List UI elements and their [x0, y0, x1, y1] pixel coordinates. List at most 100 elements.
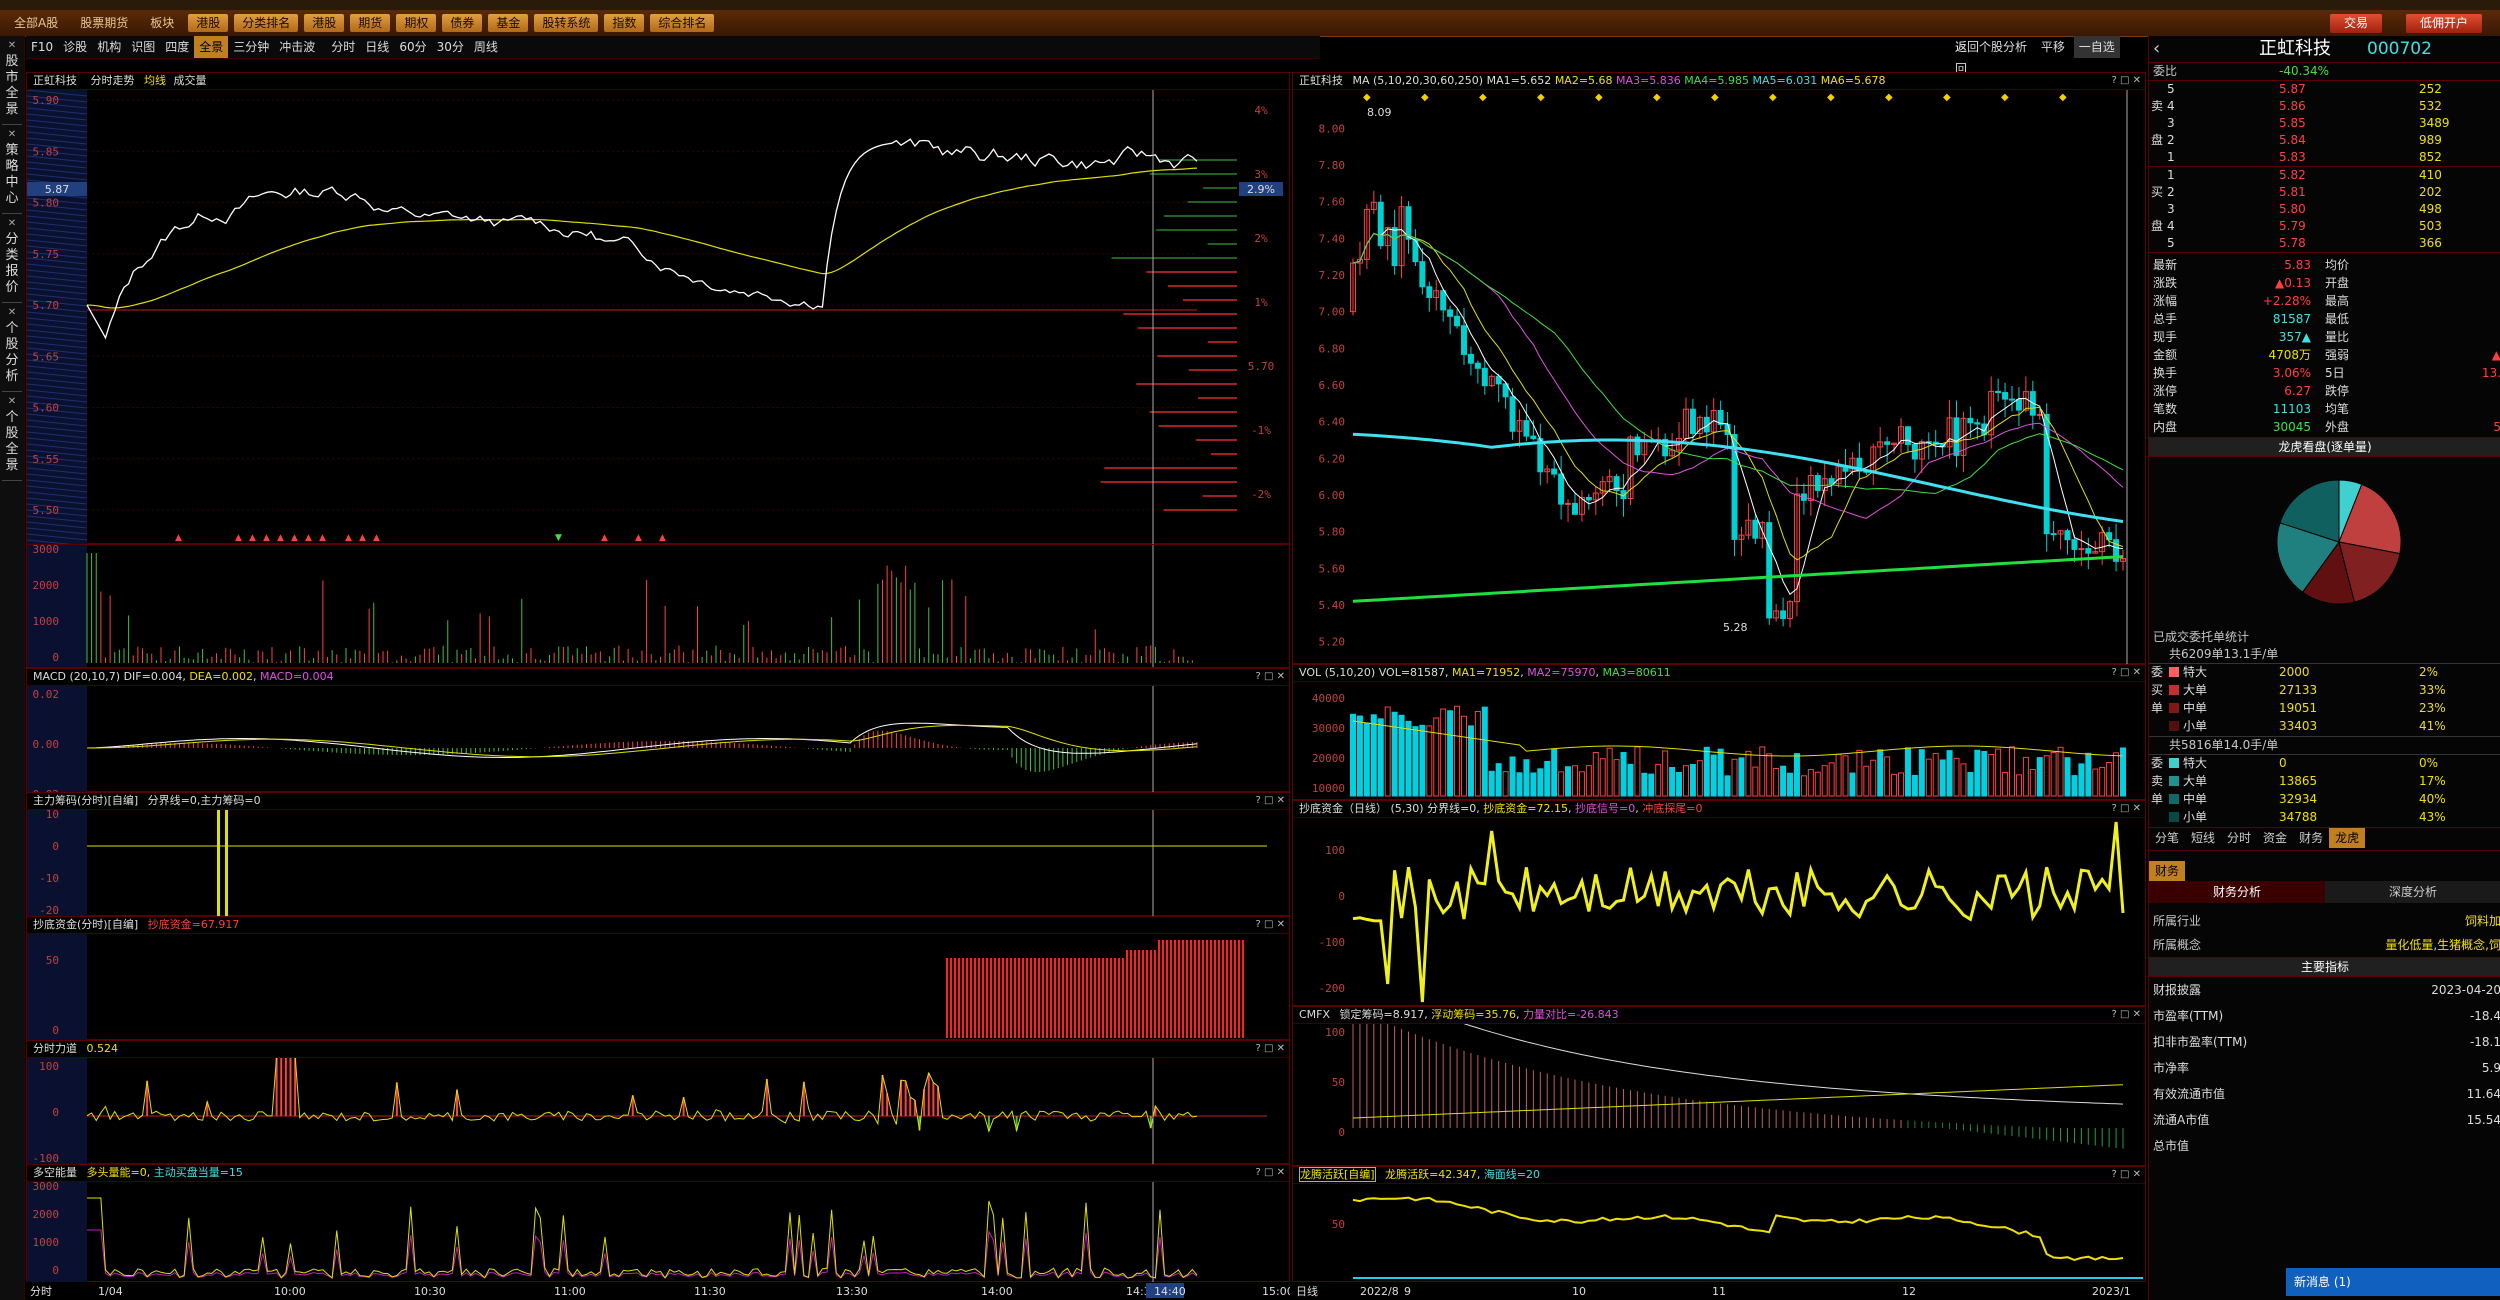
nav-item-6[interactable]: 期货 — [350, 14, 391, 32]
candle-body — [1447, 309, 1454, 317]
toolbar-item-7[interactable]: 冲击波 — [274, 36, 320, 58]
quote-subtab-1[interactable]: 短线 — [2185, 828, 2221, 848]
panel-controls[interactable]: ? □ ✕ — [1256, 1041, 1286, 1057]
dbottom-label[interactable]: 抄底资金（日线） — [1299, 802, 1387, 815]
left-tab-0[interactable]: ✕ 股 市 全 景 — [2, 38, 22, 125]
buy-volume: 503 — [2419, 219, 2442, 233]
bottom-label[interactable]: 抄底资金(分时)[自编] — [33, 918, 138, 931]
finance-row: 市盈率(TTM) -18.4 — [2149, 1003, 2500, 1029]
nav-item-2[interactable]: 板块 — [142, 14, 182, 32]
nav-item-12[interactable]: 综合排名 — [650, 14, 715, 32]
nav-item-7[interactable]: 期权 — [396, 14, 437, 32]
watchlist-select[interactable]: 一自选 — [2073, 36, 2120, 58]
toolbar-item-8[interactable]: 分时 — [326, 36, 360, 58]
new-message-toast[interactable]: 新消息 (1) — [2286, 1268, 2500, 1296]
panel-controls[interactable]: ? □ ✕ — [2112, 1007, 2142, 1023]
stat-label: 强弱 — [2325, 348, 2350, 362]
panel-controls[interactable]: ? □ ✕ — [2112, 73, 2142, 89]
nav-item-3[interactable]: 港股 — [188, 14, 229, 32]
sell-level-1[interactable]: 1 5.83 852 — [2149, 149, 2500, 166]
left-tab-4[interactable]: ✕ 个 股 全 景 — [2, 394, 22, 481]
open-account-button[interactable]: 低佣开户 — [2406, 14, 2483, 33]
concept-value[interactable]: 量化低量,生猪概念,饲 — [2385, 933, 2500, 957]
panel-controls[interactable]: ? □ ✕ — [1256, 1165, 1286, 1181]
toolbar-item-10[interactable]: 60分 — [394, 36, 431, 58]
close-icon[interactable]: ✕ — [2, 394, 22, 410]
force-label[interactable]: 分时力道 — [33, 1042, 77, 1055]
nav-item-11[interactable]: 指数 — [604, 14, 645, 32]
close-icon[interactable]: ✕ — [2, 127, 22, 143]
toolbar-item-5[interactable]: 全景 — [194, 36, 229, 58]
panel-controls[interactable]: ? □ ✕ — [2112, 665, 2142, 681]
back-analysis-link[interactable]: 返回个股分析 — [1950, 36, 2032, 58]
cmfx-label[interactable]: CMFX — [1299, 1008, 1330, 1021]
mode-label[interactable]: 分时走势 — [91, 74, 135, 87]
energy-label[interactable]: 多空能量 — [33, 1166, 77, 1179]
flat-button[interactable]: 平移 — [2036, 36, 2070, 58]
vol-tick: 0 — [52, 651, 59, 664]
industry-value[interactable]: 饲料加 — [2465, 909, 2500, 933]
signal-mark: ▲ — [277, 533, 284, 543]
left-tab-1[interactable]: ✕ 策 略 中 心 — [2, 127, 22, 214]
toolbar-item-11[interactable]: 30分 — [432, 36, 469, 58]
toolbar-item-1[interactable]: 诊股 — [58, 36, 92, 58]
macd-header: MACD (20,10,7) DIF=0.004, DEA=0.002, MAC… — [27, 669, 1289, 686]
close-icon[interactable]: ✕ — [2, 216, 22, 232]
toolbar-item-3[interactable]: 识图 — [126, 36, 160, 58]
quote-subtab-2[interactable]: 分时 — [2221, 828, 2257, 848]
toolbar-item-2[interactable]: 机构 — [92, 36, 126, 58]
dvol-bar — [1849, 772, 1856, 797]
sell-level-2[interactable]: 盘 2 5.84 989 — [2149, 132, 2500, 149]
trade-button[interactable]: 交易 — [2330, 14, 2383, 33]
buy-level-5[interactable]: 5 5.78 366 — [2149, 235, 2500, 252]
sell-level-4[interactable]: 卖 4 5.86 532 — [2149, 98, 2500, 115]
toolbar-item-6[interactable]: 三分钟 — [228, 36, 274, 58]
toolbar-item-0[interactable]: F10 — [26, 36, 58, 58]
buy-level-2[interactable]: 买 2 5.81 202 — [2149, 184, 2500, 201]
nav-item-9[interactable]: 基金 — [488, 14, 529, 32]
close-icon[interactable]: ✕ — [2, 305, 22, 321]
vol-indicator-label[interactable]: VOL — [1299, 666, 1321, 679]
panel-controls[interactable]: ? □ ✕ — [1256, 917, 1286, 933]
toolbar-item-9[interactable]: 日线 — [360, 36, 394, 58]
sell-level-5[interactable]: 5 5.87 252 — [2149, 81, 2500, 98]
daily-kline-chart[interactable]: 8.00 7.80 7.60 7.40 7.20 7.00 6.80 6.60 6.40 6.20… — [1293, 90, 2145, 664]
dvol-bar — [1578, 771, 1585, 797]
left-tab-3[interactable]: ✕ 个 股 分 析 — [2, 305, 22, 392]
buy-level-1[interactable]: 1 5.82 410 — [2149, 167, 2500, 184]
nav-item-0[interactable]: 全部A股 — [6, 14, 66, 32]
toolbar-item-12[interactable]: 周线 — [469, 36, 503, 58]
dvol-bar — [1585, 765, 1592, 797]
intraday-chart[interactable]: 5.90 5.85 5.80 5.75 5.70 5.65 5.60 5.55 5.50 4% 3%… — [27, 90, 1289, 544]
nav-item-10[interactable]: 股转系统 — [534, 14, 599, 32]
panel-controls[interactable]: ? □ ✕ — [1256, 669, 1286, 685]
quote-subtab-5[interactable]: 龙虎 — [2329, 828, 2366, 848]
close-icon[interactable]: ✕ — [2, 38, 22, 54]
sell-level-3[interactable]: 3 5.85 3489 — [2149, 115, 2500, 132]
back-chevron-icon[interactable]: ‹ — [2153, 36, 2160, 62]
quote-subtab-3[interactable]: 资金 — [2257, 828, 2293, 848]
nav-item-5[interactable]: 港股 — [304, 14, 345, 32]
buy-level-3[interactable]: 3 5.80 498 — [2149, 201, 2500, 218]
ma-label[interactable]: MA — [1353, 74, 1370, 87]
dvol-bar — [1412, 726, 1419, 797]
chip-label[interactable]: 主力筹码(分时)[自编] — [33, 794, 138, 807]
finance-tab[interactable]: 财务 — [2149, 861, 2186, 881]
panel-controls[interactable]: ? □ ✕ — [2112, 1167, 2142, 1183]
quote-subtab-0[interactable]: 分笔 — [2149, 828, 2185, 848]
panel-controls[interactable]: ? □ ✕ — [2112, 801, 2142, 817]
panel-controls[interactable]: ? □ ✕ — [1256, 793, 1286, 809]
left-tab-2[interactable]: ✕ 分 类 报 价 — [2, 216, 22, 303]
candle-body — [1530, 435, 1537, 440]
finance-analysis-tab[interactable]: 财务分析 — [2149, 881, 2325, 903]
nav-item-4[interactable]: 分类排名 — [234, 14, 299, 32]
time-tick: 10:00 — [274, 1285, 306, 1298]
macd-label[interactable]: MACD — [33, 670, 66, 683]
depth-analysis-tab[interactable]: 深度分析 — [2325, 881, 2500, 903]
nav-item-1[interactable]: 股票期货 — [72, 14, 136, 32]
toolbar-item-4[interactable]: 四度 — [160, 36, 194, 58]
nav-item-8[interactable]: 债券 — [442, 14, 483, 32]
buy-level-4[interactable]: 盘 4 5.79 503 — [2149, 218, 2500, 235]
quote-subtab-4[interactable]: 财务 — [2293, 828, 2329, 848]
dragon-label[interactable]: 龙腾活跃[自编] — [1299, 1167, 1376, 1182]
